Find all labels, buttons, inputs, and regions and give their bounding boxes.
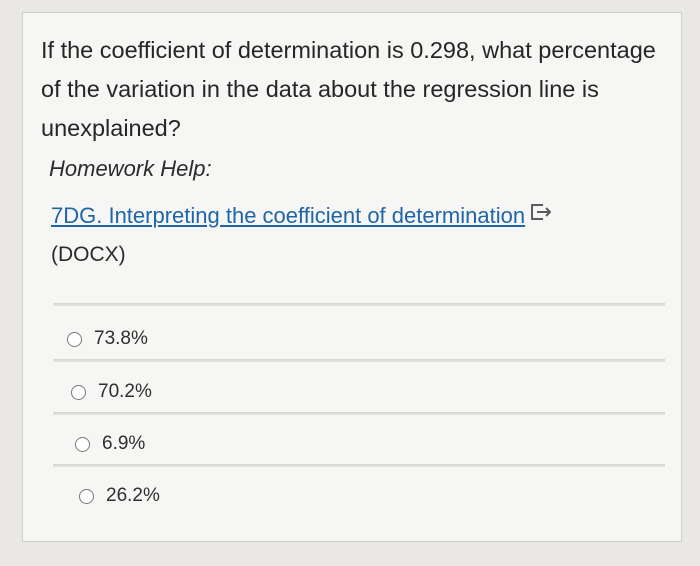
answer-option-label: 26.2% — [106, 485, 160, 506]
answer-option-label: 6.9% — [102, 433, 146, 454]
answer-option-label: 70.2% — [98, 381, 152, 402]
document-type-label: (DOCX) — [51, 243, 126, 266]
answer-option-label: 73.8% — [94, 328, 148, 349]
divider — [53, 412, 665, 415]
answer-option-1[interactable]: 73.8% — [67, 328, 148, 350]
homework-help-link-text[interactable]: 7DG. Interpreting the coefficient of det… — [51, 203, 525, 228]
answer-option-4[interactable]: 26.2% — [79, 485, 160, 507]
question-line-3: unexplained? — [41, 115, 181, 141]
answer-option-2[interactable]: 70.2% — [71, 381, 152, 403]
radio-button-icon[interactable] — [71, 384, 86, 400]
divider — [53, 303, 665, 306]
answer-option-3[interactable]: 6.9% — [75, 433, 145, 455]
divider — [53, 359, 665, 362]
question-line-2: of the variation in the data about the r… — [41, 76, 599, 102]
external-link-icon[interactable] — [529, 202, 555, 228]
radio-button-icon[interactable] — [79, 488, 94, 504]
radio-button-icon[interactable] — [67, 331, 82, 347]
question-text: If the coefficient of determination is 0… — [41, 31, 671, 148]
divider — [53, 464, 665, 467]
question-line-1: If the coefficient of determination is 0… — [41, 37, 656, 63]
homework-help-link[interactable]: 7DG. Interpreting the coefficient of det… — [51, 203, 555, 229]
question-card: If the coefficient of determination is 0… — [22, 12, 682, 542]
radio-button-icon[interactable] — [75, 436, 90, 452]
homework-help-label: Homework Help: — [49, 156, 212, 181]
